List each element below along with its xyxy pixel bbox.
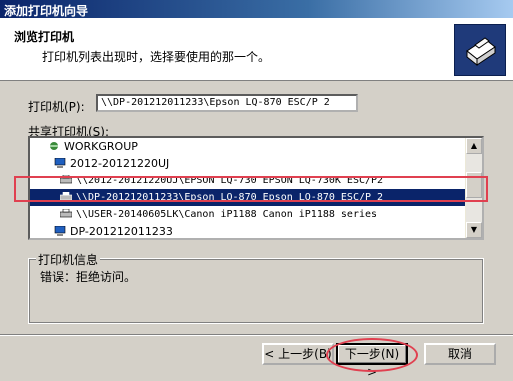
next-button[interactable]: 下一步(N) > <box>336 343 408 379</box>
printer-icon <box>60 209 72 218</box>
divider <box>0 334 513 336</box>
list-item[interactable]: \\2012-20121220UJ\EPSON LQ-730 EPSON LQ-… <box>30 172 470 189</box>
title-bar: 添加打印机向导 <box>0 0 513 18</box>
scroll-down-button[interactable]: ▼ <box>466 222 482 238</box>
wizard-header: 浏览打印机 打印机列表出现时，选择要使用的那一个。 <box>0 18 513 81</box>
list-item[interactable]: WORKGROUP <box>30 138 470 155</box>
printer-label: 打印机(P): <box>28 100 85 114</box>
computer-icon <box>54 158 66 168</box>
scroll-up-button[interactable]: ▲ <box>466 138 482 154</box>
list-item[interactable]: 2012-20121220UJ <box>30 155 470 172</box>
list-item-label: WORKGROUP <box>64 140 138 153</box>
list-item-selected[interactable]: \\DP-201212011233\Epson LQ-870 Epson LQ-… <box>30 189 470 206</box>
back-button[interactable]: < 上一步(B) <box>262 343 334 365</box>
network-workgroup-icon <box>50 142 58 150</box>
window-title: 添加打印机向导 <box>4 4 89 18</box>
list-item-label: \\DP-201212011233\Epson LQ-870 Epson LQ-… <box>76 192 384 203</box>
list-item-label: \\2012-20121220UJ\EPSON LQ-730 EPSON LQ-… <box>76 175 384 186</box>
list-item-label: \\USER-20140605LK\Canon iP1188 Canon iP1… <box>76 209 378 220</box>
printer-path-input[interactable]: \\DP-201212011233\Epson LQ-870 ESC/P 2 <box>96 94 358 112</box>
shared-printers-list[interactable]: WORKGROUP 2012-20121220UJ \\2012-2012122… <box>28 136 484 240</box>
list-item-label: 2012-20121220UJ <box>70 157 170 170</box>
printer-info-legend: 打印机信息 <box>36 251 101 268</box>
printer-icon <box>60 192 72 201</box>
computer-icon <box>54 226 66 236</box>
list-item-label: DP-201212011233 <box>70 225 173 238</box>
page-title: 浏览打印机 <box>14 30 75 44</box>
list-item[interactable]: \\USER-20140605LK\Canon iP1188 Canon iP1… <box>30 206 470 223</box>
cancel-button[interactable]: 取消 <box>424 343 496 365</box>
page-subtitle: 打印机列表出现时，选择要使用的那一个。 <box>42 50 271 64</box>
list-scrollbar[interactable]: ▲ ▼ <box>465 138 482 238</box>
list-item[interactable]: DP-201212011233 <box>30 223 470 238</box>
scroll-thumb[interactable] <box>466 172 482 198</box>
printer-info-text: 错误：拒绝访问。 <box>40 270 137 284</box>
printer-icon <box>60 175 72 184</box>
printer-wizard-icon <box>454 24 506 76</box>
